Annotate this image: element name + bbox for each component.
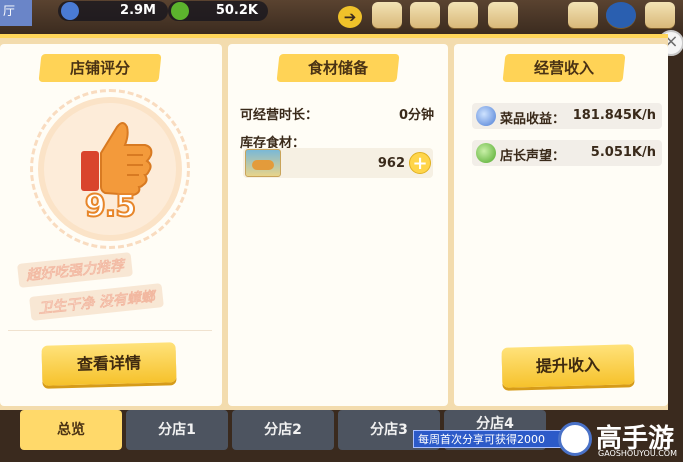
rating-column: 店铺评分 9.5 超好吃强力推荐 卫生干净 没有蟑螂 查看详情	[0, 44, 222, 406]
arrow-right-icon[interactable]: ➔	[338, 6, 362, 28]
income-title: 经营收入	[502, 54, 626, 82]
watermark-domain: GAOSHOUYOU.COM	[598, 449, 678, 458]
rating-title: 店铺评分	[38, 54, 162, 82]
menu-icon-5[interactable]	[568, 2, 598, 28]
share-reward-banner[interactable]: 每周首次分享可获得2000	[413, 430, 561, 448]
resource-value-2: 50.2K	[215, 3, 258, 18]
thumb-badge-icon	[476, 143, 496, 163]
ingredients-title: 食材储备	[276, 54, 400, 82]
resource-value-1: 2.9M	[120, 3, 156, 18]
thumb-badge-icon	[171, 2, 189, 20]
view-details-button[interactable]: 查看详情	[41, 342, 177, 386]
menu-icon-7[interactable]	[645, 2, 675, 28]
slogan-clean: 卫生干净 没有蟑螂	[29, 283, 164, 321]
tab-branch-1[interactable]: 分店1	[126, 410, 228, 450]
duration-value: 0分钟	[398, 108, 434, 123]
thumbs-up-icon	[81, 122, 153, 197]
increase-income-button[interactable]: 提升收入	[501, 344, 635, 388]
income-value-reputation: 5.051K/h	[590, 145, 656, 160]
watermark-logo-icon	[558, 422, 592, 456]
menu-icon-2[interactable]	[410, 2, 440, 28]
overview-panel: 店铺评分 9.5 超好吃强力推荐 卫生干净 没有蟑螂 查看详情 食材储备 可经营…	[0, 34, 668, 414]
ingredient-icon	[245, 149, 281, 177]
duration-label: 可经营时长：	[240, 108, 319, 123]
shop-name-label: 厅	[0, 0, 32, 26]
income-label-reputation: 店长声望：	[500, 149, 566, 164]
menu-icon-3[interactable]	[448, 2, 478, 28]
stock-count: 962	[377, 156, 405, 171]
menu-icon-1[interactable]	[372, 2, 402, 28]
slogan-recommend: 超好吃强力推荐	[17, 252, 133, 288]
resource-counter-coins: 2.9M	[58, 1, 168, 21]
ingredient-stock-row: 962 +	[243, 148, 433, 178]
menu-icon-6[interactable]	[606, 2, 636, 28]
resource-counter-reputation: 50.2K	[168, 1, 268, 21]
globe-icon	[61, 2, 79, 20]
divider	[8, 330, 212, 331]
top-hud: 厅 2.9M 50.2K ➔	[0, 0, 683, 34]
rating-score: 9.5	[84, 188, 137, 225]
tab-overview[interactable]: 总览	[20, 410, 122, 450]
coin-icon	[476, 106, 496, 126]
menu-icon-4[interactable]	[488, 2, 518, 28]
income-label-dishes: 菜品收益：	[500, 112, 566, 127]
watermark: 高手游 GAOSHOUYOU.COM	[558, 418, 683, 462]
income-row-dishes: 菜品收益： 181.845K/h	[472, 103, 662, 129]
income-row-reputation: 店长声望： 5.051K/h	[472, 140, 662, 166]
add-ingredient-button[interactable]: +	[409, 152, 431, 174]
ingredients-column: 食材储备	[228, 44, 448, 406]
rating-badge: 9.5	[30, 89, 190, 249]
income-value-dishes: 181.845K/h	[572, 108, 656, 123]
tab-branch-2[interactable]: 分店2	[232, 410, 334, 450]
income-column: 经营收入 提升收入	[454, 44, 668, 406]
